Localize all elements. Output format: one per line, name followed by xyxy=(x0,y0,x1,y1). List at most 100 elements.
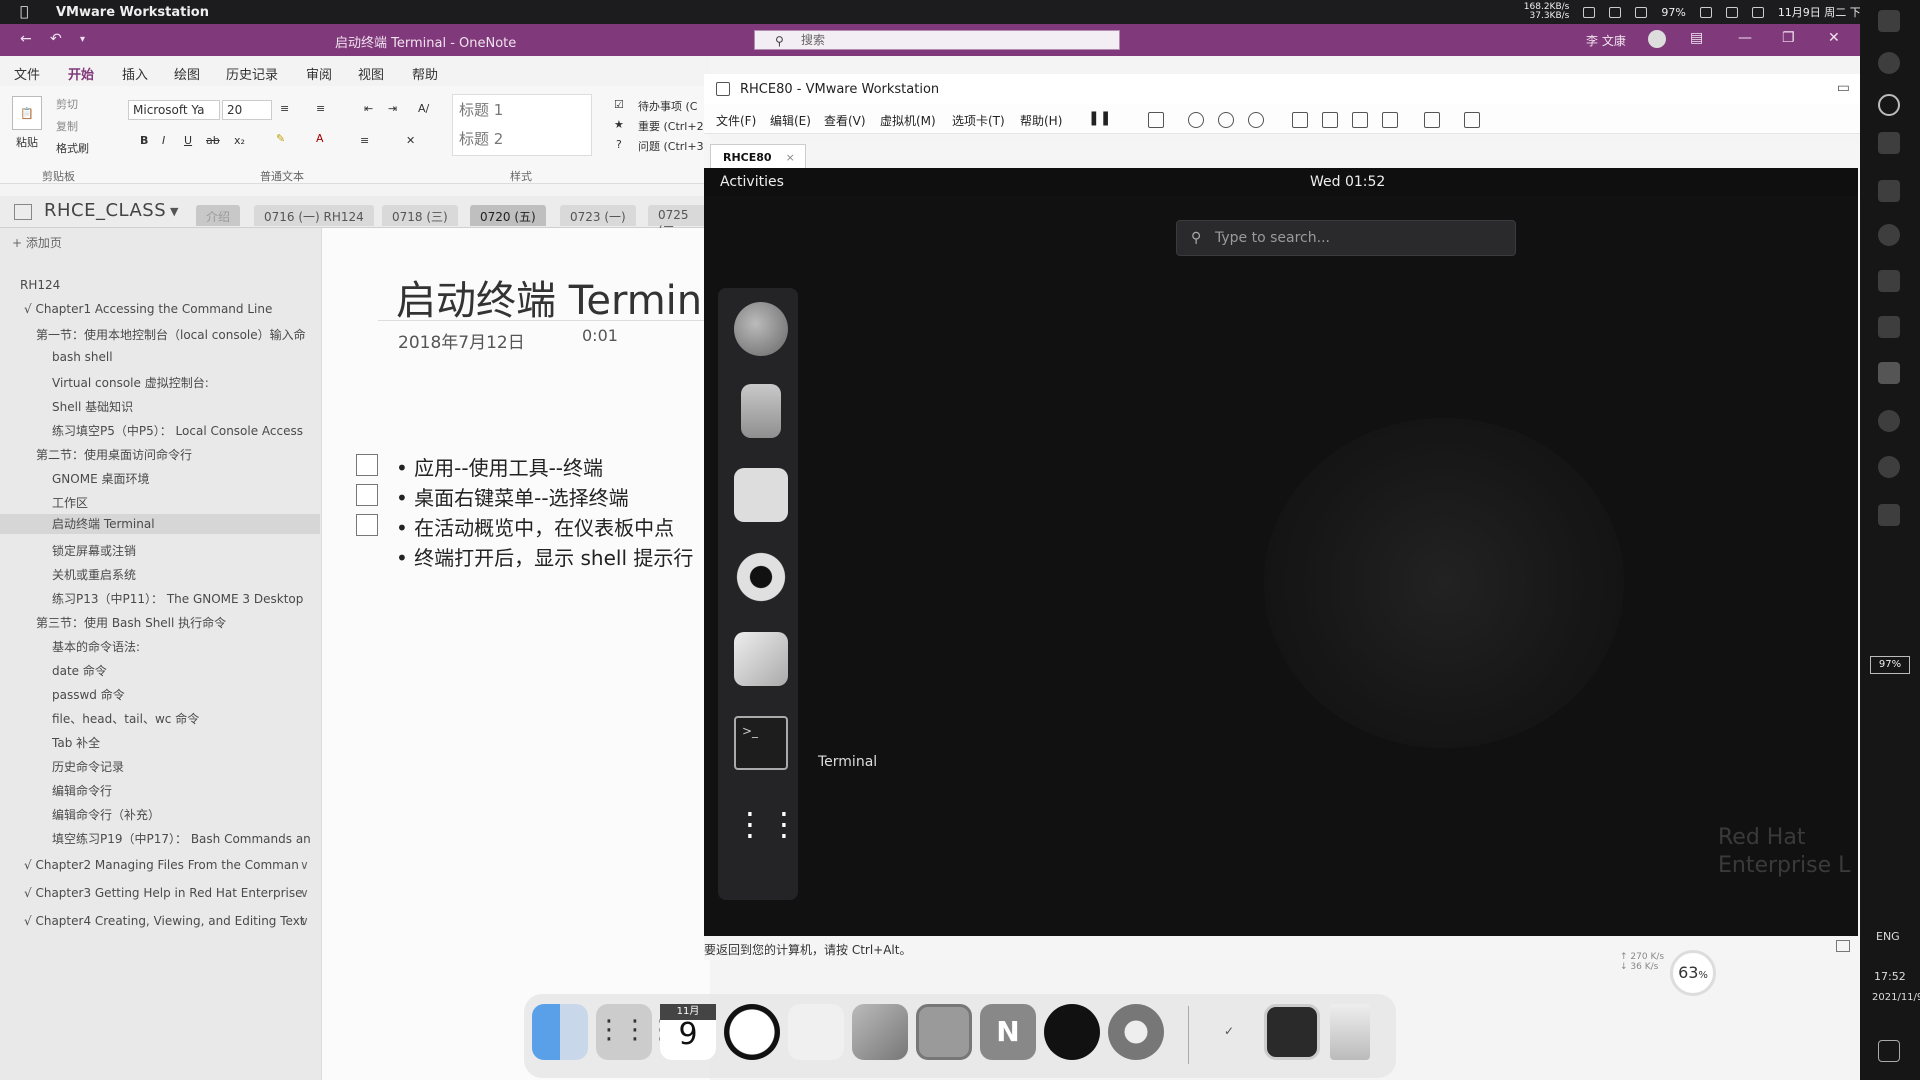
cut-button[interactable]: 剪切 xyxy=(56,96,78,112)
snapshot-manager-icon[interactable] xyxy=(1248,112,1264,128)
style-heading2[interactable]: 标题 2 xyxy=(453,124,591,153)
italic-icon[interactable]: I xyxy=(162,134,165,147)
page-list-item[interactable]: √ Chapter2 Managing Files From the Comma… xyxy=(0,858,299,872)
section-tab[interactable]: 0725 (三 xyxy=(648,205,710,238)
checkmark-app-icon[interactable] xyxy=(1878,270,1900,292)
paste-label[interactable]: 粘贴 xyxy=(16,134,38,150)
spiral-app-icon[interactable] xyxy=(1108,1004,1164,1060)
page-list-item[interactable]: 历史命令记录 xyxy=(0,758,124,775)
finder-icon[interactable] xyxy=(532,1004,588,1060)
gnome-search-input[interactable]: ⚲ Type to search... xyxy=(1176,220,1516,256)
section-tab[interactable]: 介绍 xyxy=(196,205,241,226)
page-list-item[interactable]: date 命令 xyxy=(0,662,107,679)
tab-review[interactable]: 审阅 xyxy=(306,64,332,83)
bullets-icon[interactable]: ≡ xyxy=(280,102,289,115)
chevron-down-icon[interactable]: ✓ xyxy=(1224,1024,1234,1038)
note-bullet[interactable]: • 在活动概览中，在仪表板中点 xyxy=(396,512,674,541)
stretch-icon[interactable] xyxy=(1464,112,1480,128)
windows-start-icon[interactable] xyxy=(1878,10,1900,32)
underline-icon[interactable]: U xyxy=(184,134,192,147)
close-tab-icon[interactable]: × xyxy=(786,151,795,164)
guest-display[interactable]: Activities Wed 01:52 ⚲ Type to search...… xyxy=(704,168,1858,936)
format-painter-button[interactable]: 格式刷 xyxy=(56,140,89,156)
minimize-icon[interactable]: — xyxy=(1738,30,1752,46)
taskbar-app-icon[interactable] xyxy=(1878,410,1900,432)
page-list-item[interactable]: √ Chapter1 Accessing the Command Line xyxy=(0,302,272,316)
page-list-item[interactable]: 编辑命令行（补充） xyxy=(0,806,160,823)
avatar[interactable] xyxy=(1648,30,1666,48)
taskbar-date[interactable]: 2021/11/9 xyxy=(1872,992,1920,1003)
note-bullet[interactable]: • 桌面右键菜单--选择终端 xyxy=(396,482,629,511)
font-name-select[interactable]: Microsoft Ya xyxy=(128,100,220,120)
chevron-down-icon[interactable]: ∨ xyxy=(300,914,309,928)
page-list-item[interactable]: 启动终端 Terminal xyxy=(0,514,320,534)
numbering-icon[interactable]: ≡ xyxy=(316,102,325,115)
page-list-item[interactable]: bash shell xyxy=(0,350,113,364)
todo-checkbox[interactable] xyxy=(356,514,378,536)
cortana-icon[interactable] xyxy=(1878,94,1900,116)
tag-todo[interactable]: 待办事项 (C xyxy=(638,98,697,114)
vmware-taskbar-icon[interactable] xyxy=(1878,362,1900,384)
snapshot-icon[interactable] xyxy=(1188,112,1204,128)
tab-draw[interactable]: 绘图 xyxy=(174,64,200,83)
chevron-down-icon[interactable]: ∨ xyxy=(300,886,309,900)
paste-icon[interactable]: 📋 xyxy=(12,96,42,130)
page-list-item[interactable]: 练习P13（中P11）： The GNOME 3 Desktop xyxy=(0,590,303,607)
page-canvas[interactable]: 启动终端 Terminal 2018年7月12日 0:01 • 应用--使用工具… xyxy=(322,228,738,1080)
page-list-item[interactable]: 锁定屏幕或注销 xyxy=(0,542,136,559)
ribbon-display-icon[interactable]: ▤ xyxy=(1690,30,1703,46)
page-list-item[interactable]: 基本的命令语法: xyxy=(0,638,140,655)
todo-checkbox[interactable] xyxy=(356,484,378,506)
highlight-icon[interactable]: ✎ xyxy=(276,132,285,145)
page-list-item[interactable]: 练习填空P5（中P5）： Local Console Access xyxy=(0,422,303,439)
section-tab[interactable]: 0720 (五) xyxy=(470,205,546,226)
trash-icon[interactable] xyxy=(1330,1004,1370,1060)
page-list-item[interactable]: √ Chapter3 Getting Help in Red Hat Enter… xyxy=(0,886,303,900)
screen-recorder-icon[interactable] xyxy=(1264,1004,1320,1060)
section-tab[interactable]: 0718 (三) xyxy=(382,205,458,226)
clear-format-icon[interactable]: A∕ xyxy=(418,102,429,115)
bluetooth-icon[interactable] xyxy=(1583,6,1596,18)
tag-todo-checkbox-icon[interactable]: ☑ xyxy=(614,98,624,111)
align-icon[interactable]: ≡ xyxy=(360,134,369,147)
apple-icon[interactable]:  xyxy=(20,4,40,20)
styles-gallery[interactable]: 标题 1 标题 2 xyxy=(452,94,592,156)
copy-button[interactable]: 复制 xyxy=(56,118,78,134)
section-tab[interactable]: 0716 (一) RH124 xyxy=(254,205,374,226)
battery-indicator[interactable]: 97% xyxy=(1870,656,1910,674)
search-input[interactable]: ⚲ 搜索 xyxy=(754,30,1120,50)
send-ctrl-alt-del-icon[interactable] xyxy=(1148,112,1164,128)
notebook-icon[interactable] xyxy=(14,204,32,220)
page-list-item[interactable]: Shell 基础知识 xyxy=(0,398,133,415)
notebook-dropdown-icon[interactable]: ▼ xyxy=(170,205,178,218)
page-list-item[interactable]: GNOME 桌面环境 xyxy=(0,470,149,487)
note-bullet[interactable]: • 终端打开后，显示 shell 提示行 xyxy=(396,542,693,571)
chevron-down-icon[interactable]: ∨ xyxy=(300,858,309,872)
vm-menu-tabs[interactable]: 选项卡(T) xyxy=(952,112,1005,129)
gnome-clock[interactable]: Wed 01:52 xyxy=(1310,174,1385,190)
tag-question-icon[interactable]: ? xyxy=(616,138,622,151)
control-center-icon[interactable] xyxy=(1751,6,1764,18)
page-list-item[interactable]: 第三节：使用 Bash Shell 执行命令 xyxy=(0,614,226,631)
page-title[interactable]: 启动终端 Terminal xyxy=(396,268,738,326)
fullscreen-icon[interactable]: ▭ xyxy=(1837,80,1850,96)
revert-snapshot-icon[interactable] xyxy=(1218,112,1234,128)
tag-question[interactable]: 问题 (Ctrl+3 xyxy=(638,138,704,154)
device-icon[interactable] xyxy=(1836,940,1850,952)
page-list-item[interactable]: passwd 命令 xyxy=(0,686,125,703)
obs-icon[interactable] xyxy=(1044,1004,1100,1060)
taskbar-time[interactable]: 17:52 xyxy=(1874,970,1906,983)
calendar-icon[interactable]: 11月 9 xyxy=(660,1004,716,1060)
page-list-item[interactable]: 填空练习P19（中P17）： Bash Commands an xyxy=(0,830,311,847)
taskbar-app-icon[interactable] xyxy=(1878,224,1900,246)
strikethrough-icon[interactable]: ab xyxy=(206,134,220,147)
remote-desktop-icon[interactable] xyxy=(916,1004,972,1060)
activities-button[interactable]: Activities xyxy=(720,174,784,190)
task-view-icon[interactable] xyxy=(1878,132,1900,154)
terminal-icon[interactable]: >_ xyxy=(734,716,788,770)
console-icon[interactable] xyxy=(1424,112,1440,128)
tag-important[interactable]: 重要 (Ctrl+2 xyxy=(638,118,704,134)
notebook-name[interactable]: RHCE_CLASS xyxy=(44,200,166,221)
vm-tab[interactable]: RHCE80 × xyxy=(710,144,806,168)
library-icon[interactable] xyxy=(1292,112,1308,128)
